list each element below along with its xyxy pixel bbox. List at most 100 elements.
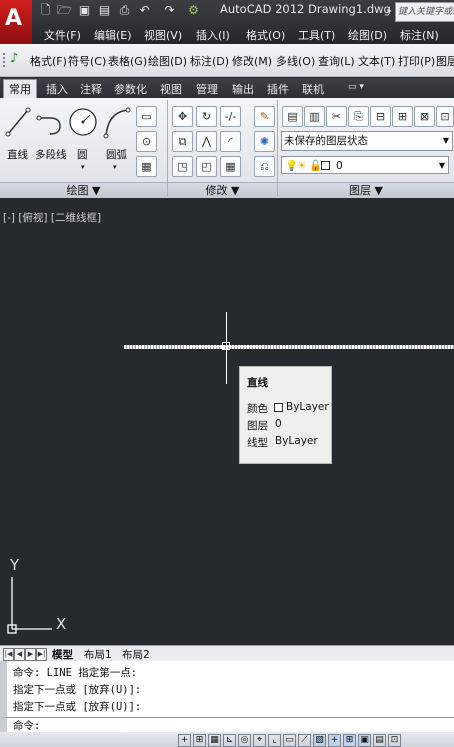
hatch-icon[interactable]: ▦ <box>136 156 157 177</box>
toolbar-dimension[interactable]: 标注(D) <box>190 53 229 69</box>
explode-icon[interactable]: ✺ <box>254 131 275 152</box>
circle-tool-label[interactable]: 圆 <box>77 147 88 162</box>
sc-icon[interactable]: ⊞ <box>343 734 356 747</box>
qp-icon[interactable]: + <box>328 734 341 747</box>
circle-tool-icon[interactable] <box>68 104 98 140</box>
polar-icon[interactable]: ⊾ <box>223 734 236 747</box>
transparency-icon[interactable]: ▧ <box>313 734 326 747</box>
layout-icon[interactable]: ▤ <box>373 734 386 747</box>
undo-icon[interactable]: ↶ <box>137 4 152 17</box>
snap-icon[interactable]: + <box>178 734 191 747</box>
rotate-icon[interactable]: ↻ <box>196 106 217 127</box>
polyline-tool-icon[interactable] <box>36 104 66 140</box>
tab-model[interactable]: 模型 <box>52 647 73 662</box>
next-tab-icon[interactable]: ▶ <box>25 648 36 661</box>
tab-parametric[interactable]: 参数化 <box>114 81 147 97</box>
mirror-icon[interactable]: ⋀ <box>196 131 217 152</box>
array-icon[interactable]: ▦ <box>220 156 241 177</box>
modify-panel-title[interactable]: 修改 ▼ <box>168 182 277 198</box>
layer-properties-icon[interactable]: ▤ <box>282 106 303 127</box>
layer-state-icon[interactable]: ▥ <box>304 106 325 127</box>
layer-previous-icon[interactable]: ⊞ <box>392 106 413 127</box>
layer-match-icon[interactable]: ⊟ <box>370 106 391 127</box>
drawn-line[interactable] <box>124 345 454 349</box>
layer-isolate-icon[interactable]: ✂ <box>326 106 347 127</box>
menu-tools[interactable]: 工具(T) <box>298 27 335 43</box>
tab-plugins[interactable]: 插件 <box>267 81 289 97</box>
app-menu-button[interactable]: A <box>0 0 32 44</box>
ribbon-toggle-icon[interactable]: ▭ ▾ <box>348 82 364 92</box>
first-tab-icon[interactable]: |◀ <box>3 648 14 661</box>
tab-manage[interactable]: 管理 <box>196 81 218 97</box>
draw-panel-title[interactable]: 绘图 ▼ <box>0 182 167 198</box>
layer-state-dropdown[interactable]: 未保存的图层状态 ▼ <box>281 131 453 151</box>
ducs-icon[interactable]: ⌞ <box>268 734 281 747</box>
layer-dropdown[interactable]: 💡 ☀ 🔓 0 ▼ <box>281 156 449 174</box>
toolbar-layer[interactable]: 图层 <box>436 53 454 69</box>
rectangle-icon[interactable]: ▭ <box>136 106 157 127</box>
toolbar-inquiry[interactable]: 查询(L) <box>318 53 355 69</box>
tab-layout1[interactable]: 布局1 <box>84 647 112 662</box>
menu-insert[interactable]: 插入(I) <box>196 27 230 43</box>
fillet-icon[interactable]: ◜ <box>220 131 241 152</box>
print-icon[interactable]: ⎙ <box>117 4 132 17</box>
toolbar-symbol[interactable]: 符号(C) <box>68 53 106 69</box>
quickview-icon[interactable]: ⊡ <box>388 734 401 747</box>
toolbar-mline[interactable]: 多线(O) <box>276 53 315 69</box>
tab-output[interactable]: 输出 <box>232 81 254 97</box>
viewport-controls[interactable]: [-] [俯视] [二维线框] <box>3 210 101 225</box>
toolbar-draw[interactable]: 绘图(D) <box>148 53 187 69</box>
arc-dropdown-icon[interactable]: ▾ <box>113 163 117 171</box>
dyn-icon[interactable]: ▭ <box>283 734 296 747</box>
toolbar-table[interactable]: 表格(G) <box>108 53 147 69</box>
search-input[interactable]: 键入关键字或短语 <box>395 2 454 22</box>
ortho-icon[interactable]: ▦ <box>208 734 221 747</box>
workspace-icon[interactable]: ⚙ <box>186 4 201 17</box>
prev-tab-icon[interactable]: ◀ <box>14 648 25 661</box>
last-tab-icon[interactable]: ▶| <box>36 648 47 661</box>
brush-icon[interactable]: ✎ <box>254 106 275 127</box>
menu-view[interactable]: 视图(V) <box>144 27 182 43</box>
move-icon[interactable]: ✥ <box>172 106 193 127</box>
menu-edit[interactable]: 编辑(E) <box>94 27 132 43</box>
model-space-icon[interactable]: ▣ <box>358 734 371 747</box>
osnap-icon[interactable]: ◎ <box>238 734 251 747</box>
line-tool-label[interactable]: 直线 <box>7 147 28 162</box>
line-tool-icon[interactable] <box>4 104 32 140</box>
toolbar-grip[interactable] <box>3 53 9 67</box>
circle-dropdown-icon[interactable]: ▾ <box>81 163 85 171</box>
toolbar-icon[interactable]: ♪ <box>10 51 18 66</box>
save-icon[interactable]: ▣ <box>77 4 92 17</box>
tab-layout2[interactable]: 布局2 <box>122 647 150 662</box>
menu-file[interactable]: 文件(F) <box>44 27 81 43</box>
open-file-icon[interactable]: 🗁 <box>57 4 72 17</box>
toolbar-format[interactable]: 格式(F) <box>30 53 67 69</box>
menu-dimension[interactable]: 标注(N) <box>400 27 439 43</box>
redo-icon[interactable]: ↷ <box>162 4 177 17</box>
arc-tool-icon[interactable] <box>102 104 132 140</box>
tab-view[interactable]: 视图 <box>160 81 182 97</box>
layer-freeze-icon[interactable]: ⊠ <box>414 106 435 127</box>
tab-annotate[interactable]: 注释 <box>80 81 102 97</box>
otrack-icon[interactable]: ⌖ <box>253 734 266 747</box>
layer-panel-title[interactable]: 图层 ▼ <box>278 182 454 198</box>
tab-home[interactable]: 常用 <box>3 79 37 99</box>
offset-icon[interactable]: ⎌ <box>254 156 275 177</box>
save-as-icon[interactable]: ▤ <box>97 4 112 17</box>
grid-icon[interactable]: ⊞ <box>193 734 206 747</box>
ellipse-icon[interactable]: ⊙ <box>136 131 157 152</box>
lineweight-icon[interactable]: ⟋ <box>298 734 311 747</box>
layer-lock-icon[interactable]: ⊡ <box>436 106 454 127</box>
toolbar-text[interactable]: 文本(T) <box>358 53 395 69</box>
menu-draw[interactable]: 绘图(D) <box>348 27 387 43</box>
tab-insert[interactable]: 插入 <box>46 81 68 97</box>
trim-icon[interactable]: -/- <box>220 106 241 127</box>
tab-online[interactable]: 联机 <box>302 81 324 97</box>
polyline-tool-label[interactable]: 多段线 <box>35 147 67 162</box>
layer-unisolate-icon[interactable]: ⎘ <box>348 106 369 127</box>
copy-icon[interactable]: ⧉ <box>172 131 193 152</box>
command-input[interactable]: 命令: <box>0 717 454 732</box>
stretch-icon[interactable]: ◳ <box>172 156 193 177</box>
toolbar-modify[interactable]: 修改(M) <box>232 53 272 69</box>
new-file-icon[interactable]: 🗋 <box>38 4 53 17</box>
